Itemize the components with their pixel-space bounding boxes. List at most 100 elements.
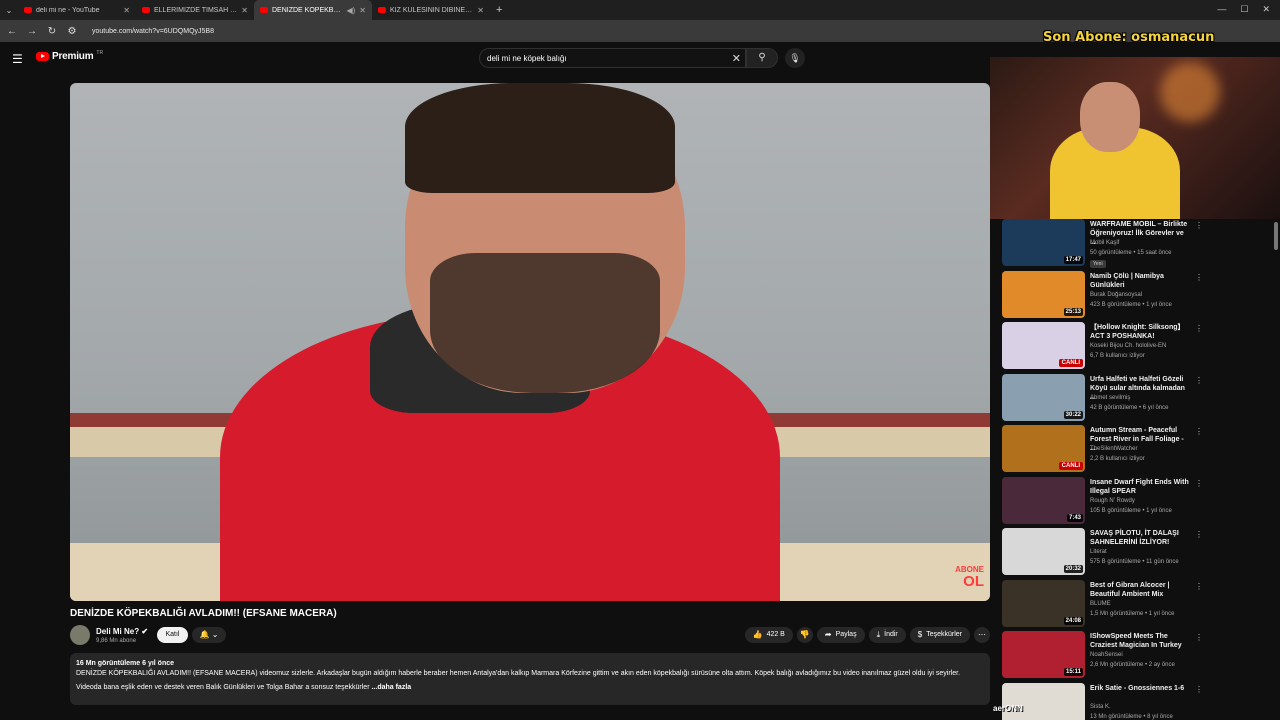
recommended-title[interactable]: Namib Çölü | Namibya Günlükleri [1090, 272, 1190, 290]
new-tab-button[interactable]: + [490, 4, 508, 16]
recommended-video[interactable]: 30:22 Urfa Halfeti ve Halfeti Gözeli Köyü… [1002, 373, 1272, 422]
join-button[interactable]: Katıl [157, 627, 188, 643]
kebab-menu-icon[interactable]: ⋮ [1195, 685, 1203, 694]
maximize-icon[interactable]: ☐ [1240, 4, 1248, 15]
search-value: deli mi ne köpek balığı [487, 53, 567, 63]
search-button[interactable]: ⚲ [746, 48, 778, 68]
recommended-title[interactable]: Best of Gibran Alcocer | Beautiful Ambie… [1090, 581, 1190, 599]
bell-icon: 🔔 [199, 630, 210, 639]
channel-avatar[interactable] [70, 625, 90, 645]
video-thumbnail[interactable]: 17:47 [1002, 219, 1085, 266]
video-player[interactable]: ABONE OL [70, 83, 990, 601]
minimize-icon[interactable]: — [1217, 4, 1226, 15]
kebab-menu-icon[interactable]: ⋮ [1195, 376, 1203, 385]
verified-icon: ✔ [141, 627, 149, 636]
show-more-link[interactable]: ...daha fazla [371, 684, 411, 691]
close-tab-icon[interactable]: ✕ [123, 6, 130, 15]
recommended-channel[interactable]: Rough N' Rowdy [1090, 498, 1135, 504]
forward-icon[interactable]: → [26, 26, 38, 37]
recommended-channel[interactable]: Mobil Kaşif [1090, 240, 1119, 246]
download-label: İndir [884, 631, 898, 638]
recommended-video[interactable]: Erik Satie - Gnossiennes 1-6 Sista K. 13 M… [1002, 682, 1272, 720]
browser-tab-active[interactable]: DENİZDE KÖPEKBALIĞI AV◀) ✕ [254, 0, 372, 20]
recommended-meta: 423 B görüntüleme • 1 yıl önce [1090, 301, 1172, 308]
recommended-video[interactable]: CANLI 【Hollow Knight: Silksong】 ACT 3 POS… [1002, 322, 1272, 370]
more-actions-button[interactable]: ⋯ [974, 627, 990, 643]
recommended-video[interactable]: 25:13 Namib Çölü | Namibya Günlükleri Bura… [1002, 270, 1272, 319]
video-thumbnail[interactable]: 24:08 [1002, 579, 1085, 627]
browser-tab[interactable]: deli mi ne - YouTube ✕ [18, 0, 136, 20]
reload-icon[interactable]: ↻ [46, 26, 58, 37]
recommended-channel[interactable]: Burak Doğansoysal [1090, 292, 1142, 298]
recommended-title[interactable]: Insane Dwarf Fight Ends With Illegal SPE… [1090, 478, 1190, 496]
kebab-menu-icon[interactable]: ⋮ [1195, 324, 1203, 333]
recommended-video[interactable]: 15:11 IShowSpeed Meets The Craziest Magic… [1002, 631, 1272, 679]
browser-tab[interactable]: KIZ KULESİNİN DİBİNE DALDIM ✕ [372, 0, 490, 20]
voice-search-button[interactable]: 🎙 [785, 48, 805, 68]
kebab-menu-icon[interactable]: ⋮ [1195, 479, 1203, 488]
close-window-icon[interactable]: ✕ [1262, 4, 1270, 15]
kebab-menu-icon[interactable]: ⋮ [1195, 273, 1203, 282]
dislike-button[interactable]: 👎 [796, 627, 813, 643]
subscribe-watermark: ABONE OL [955, 566, 984, 590]
recommended-video[interactable]: 24:08 Best of Gibran Alcocer | Beautiful … [1002, 579, 1272, 628]
speaker-icon[interactable]: ◀) [346, 6, 355, 15]
channel-name[interactable]: Deli Mi Ne? ✔ [96, 627, 148, 636]
duration-badge: 17:47 [1063, 256, 1083, 264]
kebab-menu-icon[interactable]: ⋮ [1195, 530, 1203, 539]
recommended-meta: 105 B görüntüleme • 1 yıl önce [1090, 507, 1172, 514]
recommended-video[interactable]: CANLI Autumn Stream - Peaceful Forest Riv… [1002, 425, 1272, 473]
recommended-channel[interactable]: TheSilentWatcher [1090, 446, 1137, 452]
download-button[interactable]: ⤓ İndir [868, 627, 906, 643]
recommended-channel[interactable]: Koseki Bijou Ch. hololive-EN [1090, 343, 1166, 349]
browser-tab[interactable]: ELLERİMİZDE TİMSAH TUTTUK ✕ [136, 0, 254, 20]
recommended-video[interactable]: 17:47 WARFRAME MOBIL – Birlikte Öğreniyor… [1002, 219, 1272, 268]
clear-search-icon[interactable]: ✕ [732, 52, 741, 65]
url-field[interactable]: youtube.com/watch?v=6UDQMQyJ5B8 [92, 28, 214, 35]
video-thumbnail[interactable]: CANLI [1002, 322, 1085, 369]
youtube-logo[interactable]: Premium TR [36, 50, 103, 62]
kebab-menu-icon[interactable]: ⋮ [1195, 221, 1203, 230]
duration-badge: 20:32 [1063, 565, 1083, 573]
video-thumbnail[interactable]: 7:43 [1002, 476, 1085, 524]
tab-search-icon[interactable]: ⌄ [0, 6, 18, 15]
recommended-title[interactable]: SAVAŞ PİLOTU, İT DALAŞI SAHNELERİNİ İZLİ… [1090, 529, 1190, 547]
recommended-channel[interactable]: Sista K. [1090, 704, 1111, 710]
man-hair [405, 83, 675, 193]
scrollbar-thumb[interactable] [1274, 222, 1278, 250]
recommended-title[interactable]: IShowSpeed Meets The Craziest Magician I… [1090, 632, 1190, 650]
recommended-channel[interactable]: Ahmet sevilmiş [1090, 395, 1130, 401]
menu-icon[interactable]: ☰ [12, 52, 23, 66]
search-input[interactable]: deli mi ne köpek balığı ✕ [479, 48, 746, 68]
duration-badge: 25:13 [1063, 307, 1083, 316]
recommended-channel[interactable]: BLUME [1090, 601, 1111, 607]
like-button[interactable]: 👍 422 B [744, 627, 793, 643]
recommended-title[interactable]: Erik Satie - Gnossiennes 1-6 [1090, 684, 1190, 693]
video-thumbnail[interactable]: 20:32 [1002, 528, 1085, 575]
video-thumbnail[interactable]: CANLI [1002, 425, 1085, 472]
description-box[interactable]: 16 Mn görüntüleme 6 yıl önce DENİZDE KÖP… [70, 653, 990, 705]
kebab-menu-icon[interactable]: ⋮ [1195, 582, 1203, 591]
kebab-menu-icon[interactable]: ⋮ [1195, 427, 1203, 436]
more-icon: ⋯ [978, 630, 986, 639]
close-tab-icon[interactable]: ✕ [241, 6, 248, 15]
share-button[interactable]: ➦ Paylaş [816, 627, 865, 643]
video-thumbnail[interactable]: 15:11 [1002, 631, 1085, 678]
notifications-button[interactable]: 🔔 ⌄ [192, 627, 226, 643]
site-info-icon[interactable]: ⚙ [66, 26, 78, 37]
recommended-video[interactable]: 20:32 SAVAŞ PİLOTU, İT DALAŞI SAHNELERİNİ… [1002, 528, 1272, 576]
share-icon: ➦ [824, 630, 832, 639]
close-tab-icon[interactable]: ✕ [477, 6, 484, 15]
recommended-channel[interactable]: Literat [1090, 549, 1107, 555]
kebab-menu-icon[interactable]: ⋮ [1195, 633, 1203, 642]
video-thumbnail[interactable] [1002, 682, 1085, 720]
recommended-channel[interactable]: NoahSensei [1090, 652, 1123, 658]
recommended-meta: 575 B görüntüleme • 11 gün önce [1090, 559, 1179, 565]
thanks-button[interactable]: $ Teşekkürler [909, 627, 970, 643]
back-icon[interactable]: ← [6, 26, 18, 37]
recommended-video[interactable]: 7:43 Insane Dwarf Fight Ends With Illegal… [1002, 476, 1272, 525]
video-thumbnail[interactable]: 30:22 [1002, 373, 1085, 421]
recommended-title[interactable]: 【Hollow Knight: Silksong】 ACT 3 POSHANKA… [1090, 323, 1190, 341]
close-tab-icon[interactable]: ✕ [359, 6, 366, 15]
video-thumbnail[interactable]: 25:13 [1002, 270, 1085, 318]
